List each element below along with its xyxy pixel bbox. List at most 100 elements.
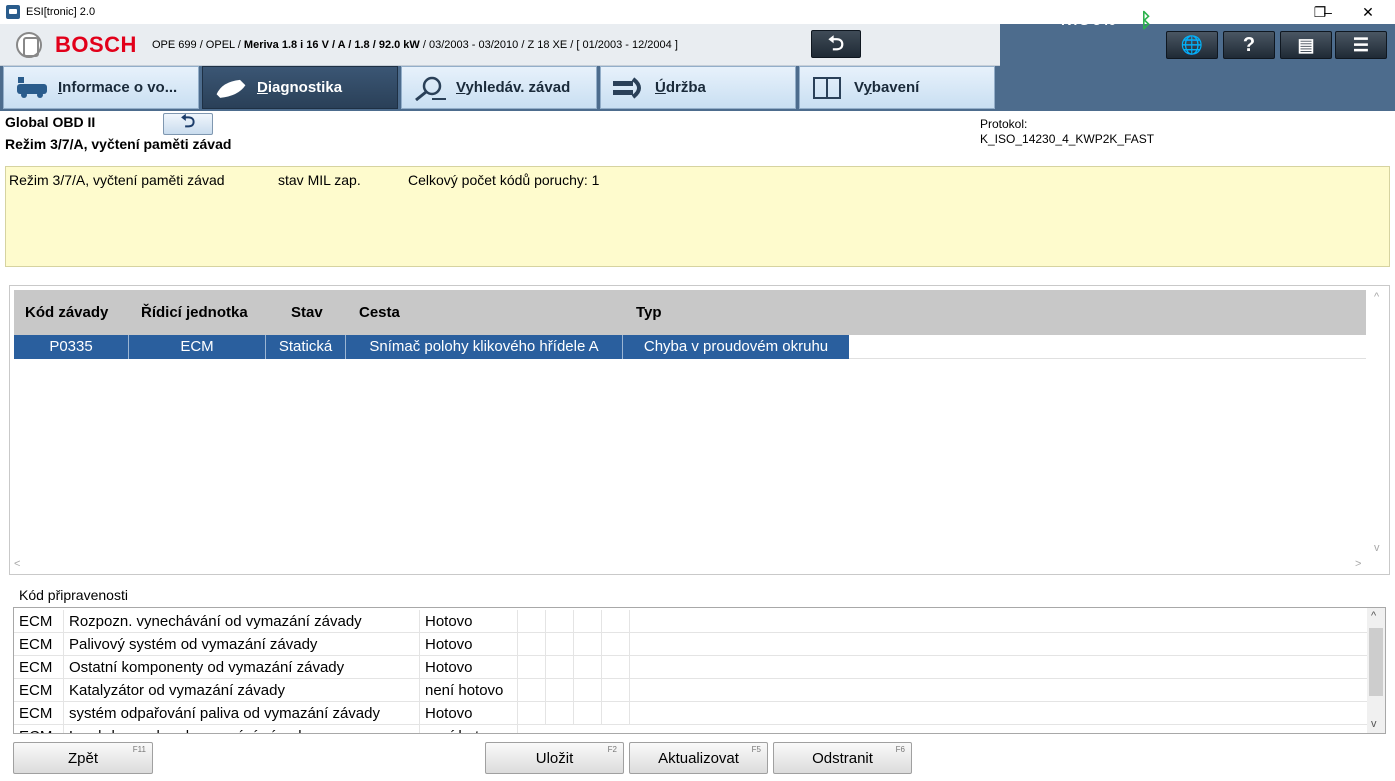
readiness-ecu: ECM xyxy=(14,633,64,656)
vehicle-back-button[interactable]: ⮌ xyxy=(811,30,861,58)
readiness-spacer xyxy=(546,633,574,656)
readiness-spacer xyxy=(546,610,574,633)
readiness-spacer xyxy=(518,610,546,633)
list-item[interactable]: ECM Rozpozn. vynechávání od vymazání záv… xyxy=(14,610,1369,633)
table-row[interactable]: P0335 ECM Statická Snímač polohy klikové… xyxy=(14,335,1366,359)
tab-label-text: iagnostika xyxy=(267,79,343,96)
readiness-state: Hotovo xyxy=(420,633,518,656)
save-button-shortcut: F2 xyxy=(607,745,617,754)
close-button[interactable]: ✕ xyxy=(1345,0,1391,24)
readiness-spacer xyxy=(602,633,630,656)
readiness-spacer xyxy=(518,656,546,679)
column-header-path[interactable]: Cesta xyxy=(359,290,400,335)
online-disconnect-button[interactable]: 🌐 xyxy=(1166,31,1218,59)
tab-vehicle-info-label: Informace o vo... xyxy=(58,79,177,96)
print-button[interactable]: ▤ xyxy=(1280,31,1332,59)
readiness-state: Hotovo xyxy=(420,610,518,633)
readiness-spacer xyxy=(518,679,546,702)
back-button-shortcut: F11 xyxy=(132,745,146,754)
list-item[interactable]: ECM Ostatní komponenty od vymazání závad… xyxy=(14,656,1369,679)
readiness-state: není hotovo xyxy=(420,725,518,733)
car-info-icon xyxy=(14,75,50,101)
save-button-label: Uložit xyxy=(535,749,574,767)
status-mode: Režim 3/7/A, vyčtení paměti závad xyxy=(9,172,225,188)
scroll-down-icon[interactable]: v xyxy=(1374,542,1380,554)
fault-table-horizontal-scrollbar[interactable]: < > xyxy=(12,558,1370,572)
readiness-table[interactable]: ECM Rozpozn. vynechávání od vymazání záv… xyxy=(13,607,1386,734)
refresh-button[interactable]: Aktualizovat F5 xyxy=(629,742,768,774)
printer-icon: ▤ xyxy=(1297,34,1315,55)
readiness-scrollbar[interactable]: ^ v xyxy=(1367,608,1385,733)
delete-button-shortcut: F6 xyxy=(895,745,905,754)
readiness-title: Kód připravenosti xyxy=(19,587,128,603)
delete-button[interactable]: Odstranit F6 xyxy=(773,742,912,774)
tab-access-key: D xyxy=(257,79,268,96)
fault-table-header: Kód závady Řídicí jednotka Stav Cesta Ty… xyxy=(14,290,1366,335)
list-item[interactable]: ECM systém odpařování paliva od vymazání… xyxy=(14,702,1369,725)
tab-equipment[interactable]: Vybavení xyxy=(799,66,995,109)
back-button-label: Zpět xyxy=(67,749,98,767)
app-icon xyxy=(6,5,20,19)
back-button[interactable]: Zpět F11 xyxy=(13,742,153,774)
tab-vehicle-info[interactable]: Informace o vo... xyxy=(3,66,199,109)
readiness-spacer xyxy=(574,656,602,679)
scrollbar-thumb[interactable] xyxy=(1369,628,1383,696)
tab-access-key: y xyxy=(863,79,872,96)
tab-fault-search-label: Vyhledáv. závad xyxy=(456,79,570,96)
menu-button[interactable]: ☰ xyxy=(1335,31,1387,59)
column-header-code[interactable]: Kód závady xyxy=(25,290,108,335)
readiness-spacer xyxy=(546,656,574,679)
readiness-ecu: ECM xyxy=(14,610,64,633)
tab-diagnostics[interactable]: Diagnostika xyxy=(202,66,398,109)
column-header-ecu[interactable]: Řídicí jednotka xyxy=(141,290,248,335)
list-item[interactable]: ECM Palivový systém od vymazání závady H… xyxy=(14,633,1369,656)
tab-fault-search[interactable]: Vyhledáv. závad xyxy=(401,66,597,109)
tab-label-text: nformace o vo... xyxy=(62,79,178,96)
refresh-button-label: Aktualizovat xyxy=(658,749,739,767)
page-back-button[interactable]: ⮌ xyxy=(163,111,213,135)
readiness-ecu: ECM xyxy=(14,702,64,725)
readiness-monitor: Ostatní komponenty od vymazání závady xyxy=(64,656,420,679)
scroll-right-icon[interactable]: > xyxy=(1355,558,1361,570)
readiness-spacer xyxy=(602,679,630,702)
readiness-spacer xyxy=(546,679,574,702)
vehicle-prefix: OPE 699 / OPEL / xyxy=(152,39,244,51)
tab-diagnostics-label: Diagnostika xyxy=(257,79,342,96)
tab-equipment-label: Vybavení xyxy=(854,79,919,96)
readiness-ecu: ECM xyxy=(14,679,64,702)
readiness-spacer xyxy=(602,702,630,725)
tab-label-text: bavení xyxy=(871,79,920,96)
save-button[interactable]: Uložit F2 xyxy=(485,742,624,774)
list-item[interactable]: ECM Lambda sonda od vymazání závady není… xyxy=(14,725,1369,733)
fault-table-vertical-scrollbar[interactable]: ^ v xyxy=(1371,288,1387,556)
scroll-left-icon[interactable]: < xyxy=(14,558,20,570)
help-button[interactable]: ? xyxy=(1223,31,1275,59)
protocol-label: Protokol: xyxy=(980,117,1028,131)
scroll-up-icon[interactable]: ^ xyxy=(1374,291,1379,303)
readiness-monitor: Lambda sonda od vymazání závady xyxy=(64,725,420,733)
tab-access-key: Ú xyxy=(655,79,666,96)
scroll-down-icon[interactable]: v xyxy=(1371,718,1377,730)
fault-table[interactable]: Kód závady Řídicí jednotka Stav Cesta Ty… xyxy=(9,285,1390,575)
status-panel: Režim 3/7/A, vyčtení paměti závad stav M… xyxy=(5,166,1390,267)
column-header-status[interactable]: Stav xyxy=(291,290,323,335)
list-item[interactable]: ECM Katalyzátor od vymazání závady není … xyxy=(14,679,1369,702)
readiness-spacer xyxy=(574,702,602,725)
refresh-button-shortcut: F5 xyxy=(751,745,761,754)
readiness-spacer xyxy=(546,702,574,725)
protocol-value: K_ISO_14230_4_KWP2K_FAST xyxy=(980,132,1155,146)
tab-label-text: držba xyxy=(665,79,706,96)
window-titlebar: ESI[tronic] 2.0 – ❐ ✕ xyxy=(0,0,1395,24)
readiness-monitor: systém odpařování paliva od vymazání záv… xyxy=(64,702,420,725)
scroll-up-icon[interactable]: ^ xyxy=(1371,610,1376,622)
diagnostics-plug-icon xyxy=(213,75,249,101)
readiness-state: Hotovo xyxy=(420,702,518,725)
equipment-book-icon xyxy=(810,75,846,101)
readiness-monitor: Katalyzátor od vymazání závady xyxy=(64,679,420,702)
tab-maintenance[interactable]: Údržba xyxy=(600,66,796,109)
restore-button[interactable]: ❐ xyxy=(1300,0,1340,24)
status-mil: stav MIL zap. xyxy=(278,172,361,188)
help-icon: ? xyxy=(1242,33,1256,56)
vehicle-model: Meriva 1.8 i 16 V / A / 1.8 / 92.0 kW xyxy=(243,39,420,51)
column-header-type[interactable]: Typ xyxy=(636,290,662,335)
